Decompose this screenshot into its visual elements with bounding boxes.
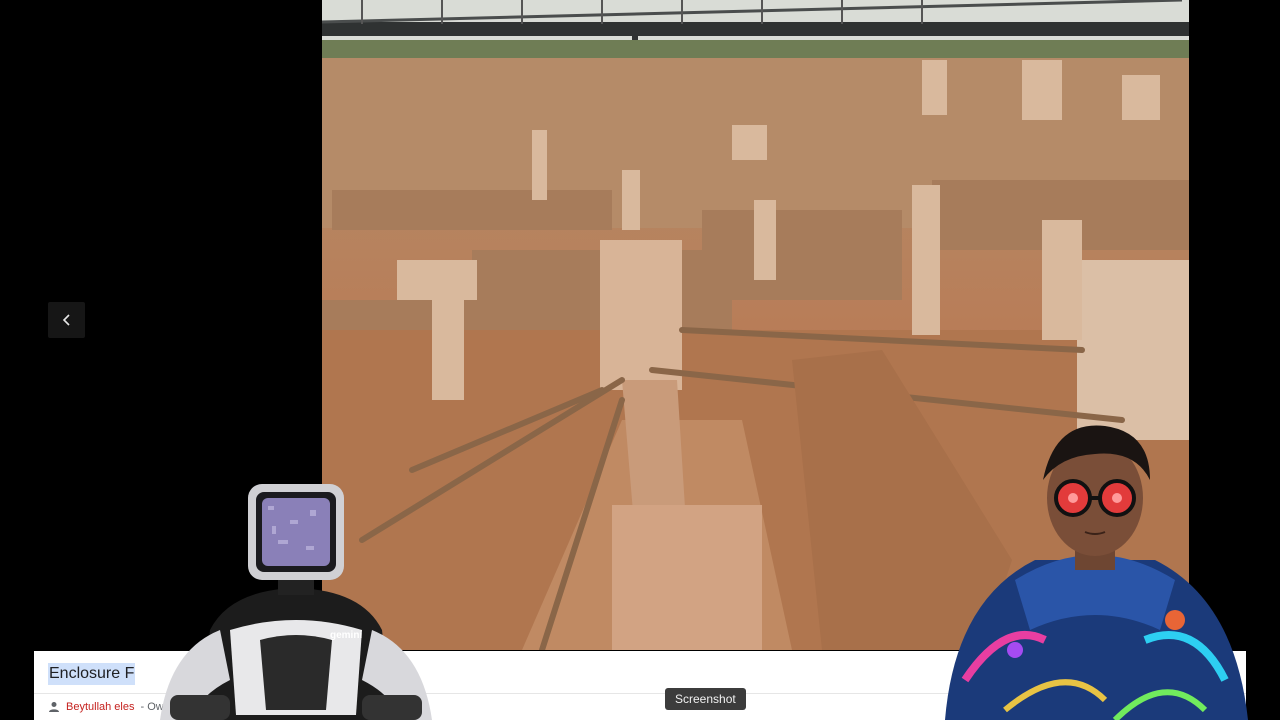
chevron-left-icon [62,314,70,326]
photo-credit: Beytullah eles - Ow [48,701,164,713]
caption-title[interactable]: Enclosure F [48,663,136,685]
author-link[interactable]: Beytullah eles [66,701,135,713]
previous-image-button[interactable] [48,302,85,338]
robot-chest-label: gemini [330,630,362,641]
person-icon [49,702,59,712]
vtuber-avatar [945,425,1248,720]
robot-avatar: gemini [160,484,432,720]
image-viewer: Enclosure F Beytullah eles - Ow Screensh… [0,0,1280,720]
screenshot-tooltip: Screenshot [665,688,746,710]
